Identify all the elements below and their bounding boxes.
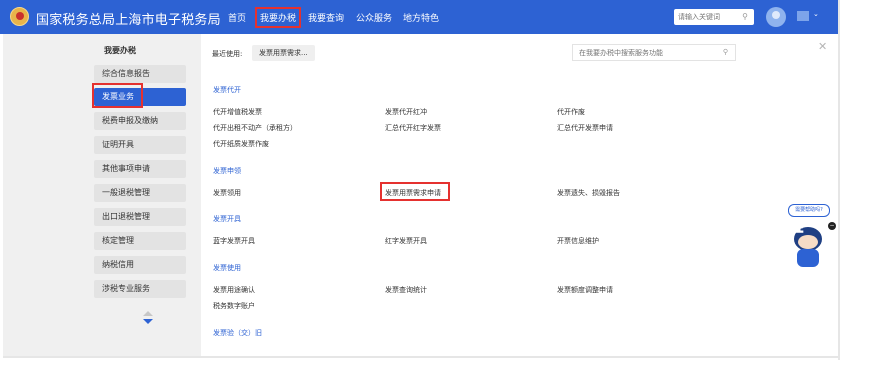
search-icon[interactable]: ⚲ (723, 48, 728, 56)
close-icon[interactable]: ✕ (818, 40, 827, 53)
link-rental-property[interactable]: 代开出租不动产（承租方） (213, 123, 297, 133)
sidebar-title: 我要办税 (104, 46, 136, 55)
assistant-char-1: 征 (792, 221, 804, 235)
recent-item-chip[interactable]: 发票用票需求... (252, 45, 315, 61)
header-search-input[interactable] (678, 10, 736, 23)
section-title-invoice-issuing-agent: 发票代开 (213, 86, 241, 94)
service-search-box[interactable]: ⚲ (572, 44, 736, 61)
highlight-invoice-demand (380, 182, 450, 201)
link-invoice-info-maintain[interactable]: 开票信息维护 (557, 236, 599, 246)
mascot-face (798, 235, 818, 249)
section-title-invoice-verify-old: 发票验（交）旧 (213, 329, 262, 337)
sidebar-scroll-control[interactable] (143, 311, 153, 324)
user-avatar-icon[interactable] (766, 7, 786, 27)
panel-shadow (838, 0, 840, 360)
nav-query[interactable]: 我要查询 (308, 11, 344, 24)
link-invoice-loss-report[interactable]: 发票遗失、损毁报告 (557, 188, 620, 198)
nav-tax-handling[interactable]: 我要办税 (255, 7, 302, 28)
link-invoice-statistics[interactable]: 发票查询统计 (385, 285, 427, 295)
link-agent-red-reversal[interactable]: 发票代开红冲 (385, 107, 427, 117)
chevron-down-icon[interactable]: ⌄ (813, 10, 819, 18)
link-summary-red-invoice[interactable]: 汇总代开红字发票 (385, 123, 441, 133)
nav-home[interactable]: 首页 (228, 11, 246, 24)
scroll-up-icon[interactable] (143, 311, 153, 316)
section-title-invoice-apply: 发票申领 (213, 167, 241, 175)
sidebar-item-professional-service[interactable]: 涉税专业服务 (94, 280, 186, 298)
recent-used-label: 最近使用: (212, 50, 243, 58)
scroll-down-icon[interactable] (143, 319, 153, 324)
link-blue-invoice[interactable]: 蓝字发票开具 (213, 236, 255, 246)
panel-bottom-border (3, 356, 838, 358)
search-icon[interactable]: ⚲ (742, 12, 748, 21)
user-menu-icon[interactable] (797, 11, 809, 21)
header-search-box[interactable]: ⚲ (674, 9, 754, 25)
nav-local-features[interactable]: 地方特色 (403, 11, 439, 24)
sidebar-item-export-refund[interactable]: 出口退税管理 (94, 208, 186, 226)
top-navigation-bar: 国家税务总局上海市电子税务局 首页 我要办税 我要查询 公众服务 地方特色 ⚲ … (0, 0, 838, 34)
sidebar-item-tax-declaration[interactable]: 税费申报及缴纳 (94, 112, 186, 130)
nav-public-service[interactable]: 公众服务 (356, 11, 392, 24)
sidebar-item-other-applications[interactable]: 其他事项申请 (94, 160, 186, 178)
link-invoice-collection[interactable]: 发票领用 (213, 188, 241, 198)
link-summary-agent-application[interactable]: 汇总代开发票申请 (557, 123, 613, 133)
link-paper-invoice-void[interactable]: 代开纸质发票作废 (213, 139, 269, 149)
link-red-invoice[interactable]: 红字发票开具 (385, 236, 427, 246)
link-invoice-purpose-confirm[interactable]: 发票用途确认 (213, 285, 255, 295)
service-search-input[interactable] (579, 47, 709, 58)
section-title-invoice-issue: 发票开具 (213, 215, 241, 223)
link-invoice-quota-adjust[interactable]: 发票额度调整申请 (557, 285, 613, 295)
sidebar-item-certificate[interactable]: 证明开具 (94, 136, 186, 154)
main-panel (201, 34, 838, 356)
sidebar-item-tax-credit[interactable]: 纳税信用 (94, 256, 186, 274)
link-vat-invoice-agent[interactable]: 代开增值税发票 (213, 107, 262, 117)
tax-emblem-icon (10, 7, 29, 26)
sidebar-item-assessment[interactable]: 核定管理 (94, 232, 186, 250)
highlight-invoice-business (92, 83, 143, 108)
sidebar-item-general-refund[interactable]: 一般退税管理 (94, 184, 186, 202)
sidebar-item-comprehensive-info[interactable]: 综合信息报告 (94, 65, 186, 83)
mascot-torso (797, 249, 819, 267)
link-tax-digital-account[interactable]: 税务数字账户 (213, 301, 255, 311)
assistant-robot[interactable]: 征 纳 互 动 (770, 215, 826, 275)
assistant-close-icon[interactable]: − (828, 222, 836, 230)
section-title-invoice-use: 发票使用 (213, 264, 241, 272)
site-title[interactable]: 国家税务总局上海市电子税务局 (36, 9, 221, 28)
link-agent-void[interactable]: 代开作废 (557, 107, 585, 117)
assistant-char-4: 动 (782, 259, 794, 273)
